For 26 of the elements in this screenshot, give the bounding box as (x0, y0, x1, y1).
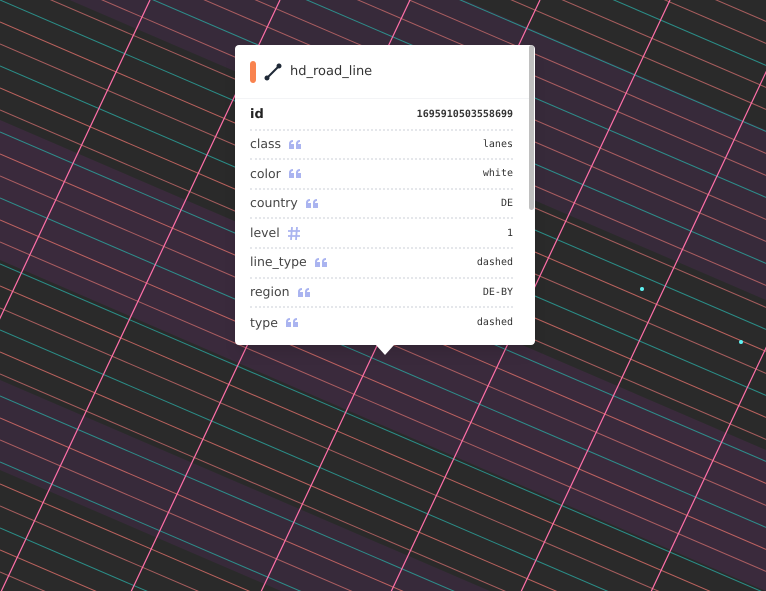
scrollbar-thumb[interactable] (529, 45, 534, 210)
property-key: line_type (250, 253, 307, 272)
quote-icon (286, 318, 298, 328)
feature-title: hd_road_line (290, 62, 372, 81)
property-value: lanes (482, 138, 513, 152)
property-key: class (250, 135, 282, 154)
property-value: dashed (476, 256, 513, 270)
property-value: DE-BY (482, 286, 513, 300)
quote-icon (306, 199, 318, 208)
property-value: white (482, 167, 513, 182)
property-value: 1 (506, 226, 513, 241)
hash-icon (288, 226, 300, 240)
property-value: 1695910503558699 (416, 108, 513, 122)
property-value: dashed (476, 316, 513, 330)
property-key: type (250, 314, 278, 332)
line-segment-icon (264, 62, 282, 80)
property-key: level (250, 224, 280, 243)
property-key: color (250, 164, 281, 184)
property-value: DE (500, 197, 513, 212)
property-key: region (250, 282, 290, 302)
quote-icon (289, 140, 302, 149)
property-key: country (250, 194, 298, 213)
quote-icon (288, 169, 301, 178)
quote-icon (298, 288, 310, 297)
property-key: id (250, 105, 264, 125)
quote-icon (314, 258, 327, 268)
